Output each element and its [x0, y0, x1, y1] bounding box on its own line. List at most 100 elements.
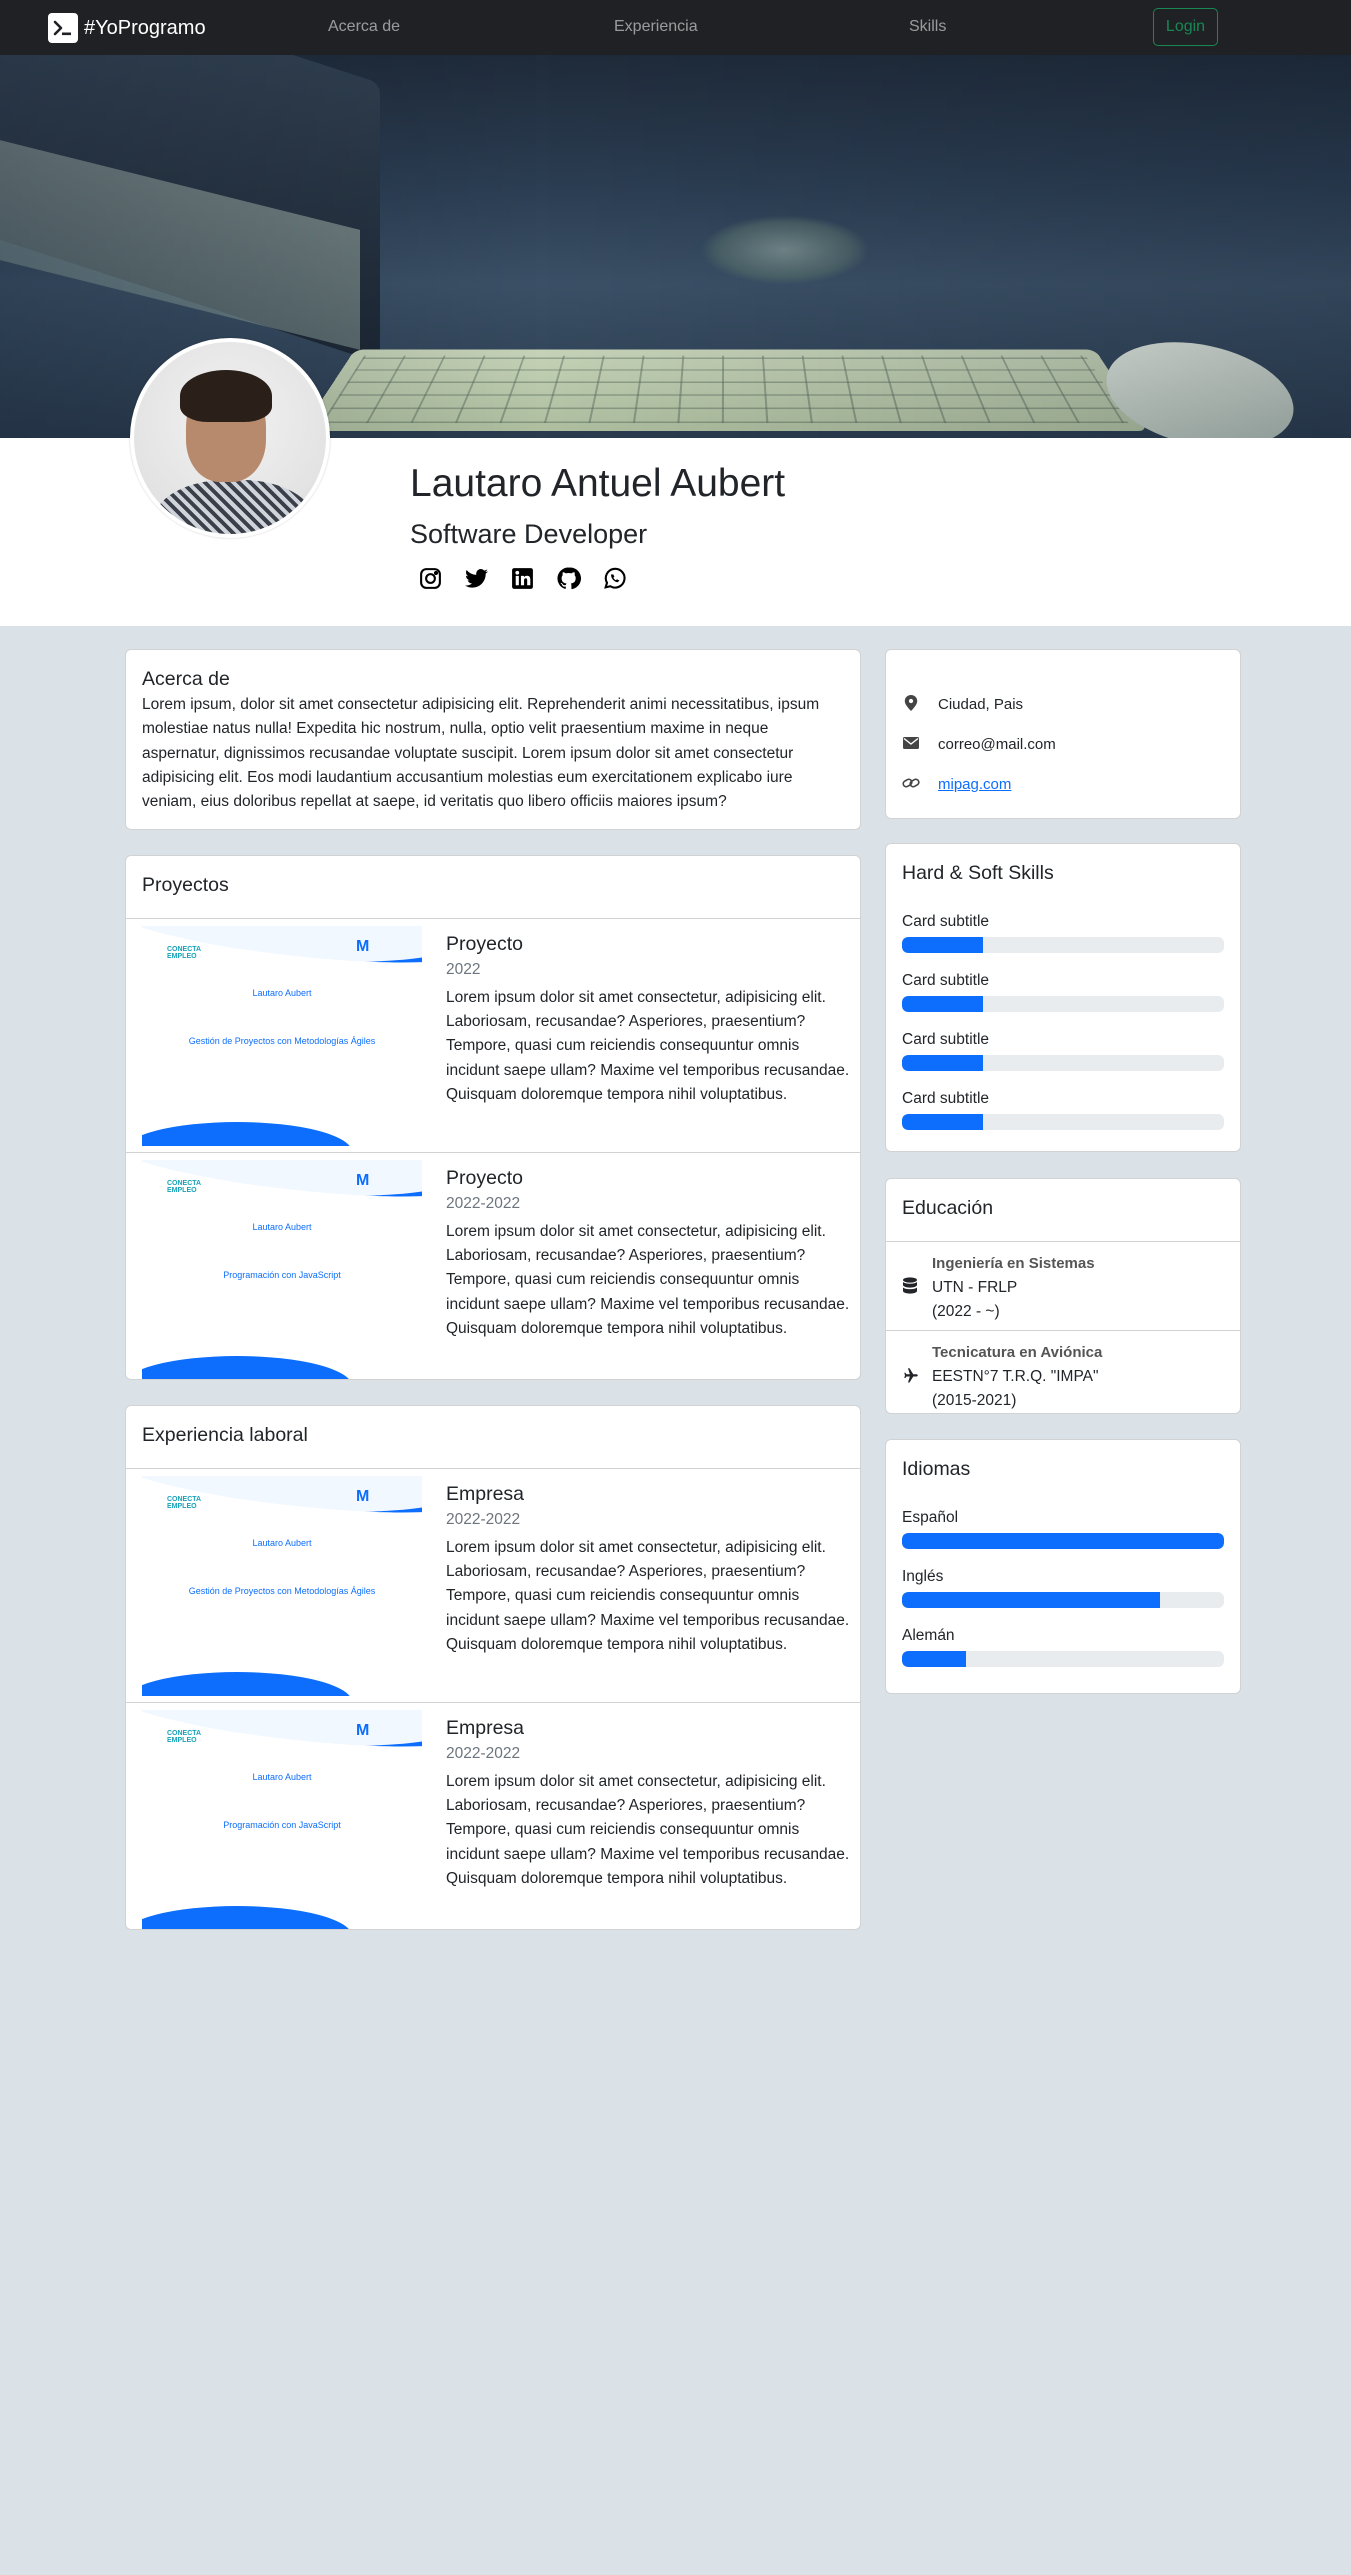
experience-heading: Experiencia laboral	[142, 1424, 308, 1446]
movistar-logo: M	[356, 938, 370, 955]
language-progress-fill	[902, 1651, 967, 1667]
skill-progress	[902, 1055, 1224, 1071]
skills-card: Hard & Soft Skills Card subtitle Card su…	[885, 843, 1241, 1152]
login-button[interactable]: Login	[1153, 8, 1218, 46]
skills-heading: Hard & Soft Skills	[902, 862, 1054, 884]
nav-link-about[interactable]: Acerca de	[328, 18, 400, 36]
item-date: 2022-2022	[446, 1511, 521, 1528]
location-text: Ciudad, Pais	[938, 695, 1024, 713]
certificate-image: CONECTA EMPLEO M Lautaro Aubert Programa…	[142, 1160, 422, 1379]
education-institution: UTN - FRLP	[932, 1279, 1018, 1296]
skill-progress-fill	[902, 1055, 983, 1071]
skill-item: Card subtitle	[902, 913, 1224, 953]
item-date: 2022	[446, 961, 481, 978]
language-item: Alemán	[902, 1627, 1224, 1667]
list-item: CONECTA EMPLEO M Lautaro Aubert Programa…	[126, 1153, 860, 1379]
skill-label: Card subtitle	[902, 1031, 990, 1048]
skill-progress	[902, 937, 1224, 953]
projects-header: Proyectos	[126, 856, 860, 919]
education-degree: Ingeniería en Sistemas	[932, 1255, 1095, 1272]
item-date: 2022-2022	[446, 1195, 521, 1212]
skill-label: Card subtitle	[902, 972, 990, 989]
contact-website: mipag.com	[902, 764, 1224, 804]
language-label: Español	[902, 1509, 959, 1526]
linkedin-icon[interactable]	[510, 566, 535, 591]
about-text: Lorem ipsum, dolor sit amet consectetur …	[142, 696, 820, 811]
about-card: Acerca de Lorem ipsum, dolor sit amet co…	[125, 649, 861, 830]
link-icon	[902, 776, 920, 792]
cert-program: CONECTA EMPLEO	[167, 1496, 201, 1510]
education-header: Educación	[886, 1179, 1240, 1242]
profile-title: Software Developer	[410, 519, 648, 549]
cert-recipient: Lautaro Aubert	[252, 1222, 312, 1232]
list-item: Ingeniería en Sistemas UTN - FRLP (2022 …	[886, 1242, 1240, 1331]
education-heading: Educación	[902, 1197, 994, 1219]
movistar-logo: M	[356, 1722, 370, 1739]
cert-bottom-wave	[142, 1356, 352, 1379]
profile-name: Lautaro Antuel Aubert	[410, 462, 786, 505]
plane-icon	[902, 1366, 920, 1384]
brand-label: #YoProgramo	[84, 16, 206, 39]
map-pin-icon	[902, 694, 920, 714]
item-title: Empresa	[446, 1717, 525, 1739]
language-progress	[902, 1651, 1224, 1667]
cert-recipient: Lautaro Aubert	[252, 988, 312, 998]
language-progress-fill	[902, 1592, 1160, 1608]
item-title: Proyecto	[446, 1167, 523, 1189]
language-item: Español	[902, 1509, 1224, 1549]
avatar-hair	[180, 370, 272, 422]
projects-heading: Proyectos	[142, 874, 229, 896]
terminal-icon	[48, 13, 78, 43]
education-institution: EESTN°7 T.R.Q. "IMPA"	[932, 1368, 1099, 1385]
social-links	[418, 566, 627, 591]
cert-course: Programación con JavaScript	[223, 1270, 341, 1280]
list-item: CONECTA EMPLEO M Lautaro Aubert Gestión …	[126, 1469, 860, 1703]
nav-link-skills[interactable]: Skills	[909, 18, 946, 36]
skill-progress-fill	[902, 937, 983, 953]
cert-bottom-wave	[142, 1906, 352, 1929]
skill-item: Card subtitle	[902, 972, 1224, 1012]
contact-card: Ciudad, Pais correo@mail.com mipag.com	[885, 649, 1241, 819]
language-progress-fill	[902, 1533, 1224, 1549]
cert-course: Gestión de Proyectos con Metodologías Ág…	[188, 1036, 376, 1046]
about-heading: Acerca de	[142, 668, 230, 690]
nav-link-experience[interactable]: Experiencia	[614, 18, 698, 36]
skill-label: Card subtitle	[902, 1090, 990, 1107]
contact-location: Ciudad, Pais	[902, 684, 1224, 724]
education-card: Educación Ingeniería en Sistemas UTN - F…	[885, 1178, 1241, 1414]
language-progress	[902, 1592, 1224, 1608]
skill-progress	[902, 1114, 1224, 1130]
item-title: Proyecto	[446, 933, 523, 955]
movistar-logo: M	[356, 1172, 370, 1189]
cert-bottom-wave	[142, 1122, 352, 1146]
brand[interactable]: #YoProgramo	[48, 13, 206, 43]
certificate-image: CONECTA EMPLEO M Lautaro Aubert Gestión …	[142, 926, 422, 1146]
database-icon	[902, 1277, 920, 1295]
website-link[interactable]: mipag.com	[938, 776, 1011, 793]
whatsapp-icon[interactable]	[602, 566, 627, 591]
item-title: Empresa	[446, 1483, 525, 1505]
experience-card: Experiencia laboral CONECTA EMPLEO M Lau…	[125, 1405, 861, 1930]
instagram-icon[interactable]	[418, 566, 443, 591]
item-text: Lorem ipsum dolor sit amet consectetur, …	[446, 989, 850, 1103]
projects-card: Proyectos CONECTA EMPLEO M Lautaro Auber…	[125, 855, 861, 1380]
languages-card: Idiomas Español Inglés Alemán	[885, 1439, 1241, 1694]
experience-header: Experiencia laboral	[126, 1406, 860, 1469]
item-text: Lorem ipsum dolor sit amet consectetur, …	[446, 1223, 850, 1337]
cert-course: Gestión de Proyectos con Metodologías Ág…	[188, 1586, 376, 1596]
github-icon[interactable]	[556, 566, 581, 591]
cert-detail-line	[142, 1006, 422, 1012]
languages-heading: Idiomas	[902, 1458, 971, 1480]
language-item: Inglés	[902, 1568, 1224, 1608]
cert-bottom-wave	[142, 1672, 352, 1696]
list-item: CONECTA EMPLEO M Lautaro Aubert Gestión …	[126, 919, 860, 1153]
twitter-icon[interactable]	[464, 566, 489, 591]
cert-program: CONECTA EMPLEO	[167, 1730, 201, 1744]
certificate-image: CONECTA EMPLEO M Lautaro Aubert Programa…	[142, 1710, 422, 1929]
education-period: (2015-2021)	[932, 1392, 1017, 1409]
skill-item: Card subtitle	[902, 1090, 1224, 1130]
language-label: Alemán	[902, 1627, 955, 1644]
avatar	[130, 338, 330, 538]
education-degree: Tecnicatura en Aviónica	[932, 1344, 1103, 1361]
cert-course: Programación con JavaScript	[223, 1820, 341, 1830]
